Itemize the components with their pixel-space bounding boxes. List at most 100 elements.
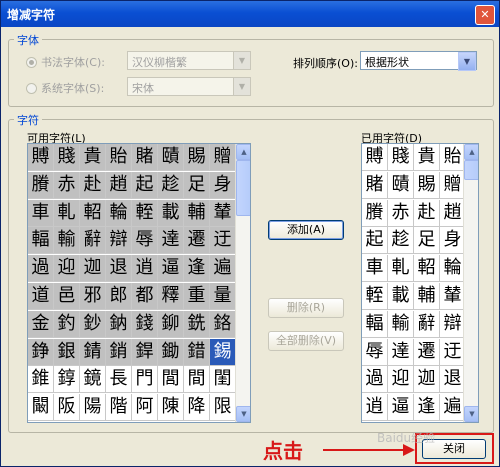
char-cell[interactable]: 賭 <box>362 171 388 199</box>
char-cell[interactable]: 限 <box>210 394 236 422</box>
char-cell[interactable]: 銷 <box>106 338 132 366</box>
char-cell[interactable]: 金 <box>28 310 54 338</box>
char-cell[interactable]: 輦 <box>210 199 236 227</box>
calligraphy-font-radio[interactable]: 书法字体(C): <box>26 54 105 70</box>
char-cell[interactable]: 辭 <box>80 227 106 255</box>
char-cell[interactable]: 貴 <box>414 144 440 171</box>
char-cell[interactable]: 逢 <box>414 394 440 422</box>
char-cell[interactable]: 過 <box>362 366 388 394</box>
char-cell[interactable]: 貴 <box>80 144 106 171</box>
char-cell[interactable]: 間 <box>184 366 210 394</box>
char-cell[interactable]: 遍 <box>210 255 236 283</box>
char-cell[interactable]: 赴 <box>414 199 440 227</box>
char-cell[interactable]: 車 <box>28 199 54 227</box>
char-cell[interactable]: 載 <box>388 283 414 310</box>
char-cell[interactable]: 陽 <box>80 394 106 422</box>
char-cell[interactable]: 輔 <box>184 199 210 227</box>
scroll-up-icon[interactable]: ▲ <box>236 144 250 160</box>
delete-all-button[interactable]: 全部删除(V) <box>268 331 344 351</box>
char-cell[interactable]: 軋 <box>54 199 80 227</box>
used-chars-list[interactable]: 遍逢逼逍退迦迎過迂遷達辱辯辭輸輻輦輔載輊輪軺軋車身足趁起趙赴赤賸贈賜賾賭貽貴賤賻… <box>361 143 479 423</box>
char-cell[interactable]: 逼 <box>388 394 414 422</box>
char-cell[interactable]: 輪 <box>106 199 132 227</box>
char-cell[interactable]: 迎 <box>54 255 80 283</box>
char-cell[interactable]: 賭 <box>132 144 158 171</box>
char-cell[interactable]: 門 <box>132 366 158 394</box>
char-cell[interactable]: 迦 <box>80 255 106 283</box>
char-cell[interactable]: 軺 <box>414 255 440 283</box>
char-cell[interactable]: 起 <box>362 227 388 255</box>
char-cell[interactable]: 賜 <box>184 144 210 171</box>
system-font-radio[interactable]: 系统字体(S): <box>26 80 104 96</box>
add-button[interactable]: 添加(A) <box>268 220 344 240</box>
char-cell[interactable]: 遷 <box>184 227 210 255</box>
char-cell[interactable]: 陳 <box>158 394 184 422</box>
char-cell[interactable]: 輊 <box>132 199 158 227</box>
char-cell[interactable]: 逍 <box>132 255 158 283</box>
char-cell[interactable]: 辯 <box>106 227 132 255</box>
char-cell[interactable]: 辱 <box>362 338 388 366</box>
char-cell[interactable]: 逢 <box>184 255 210 283</box>
char-cell[interactable]: 閭 <box>158 366 184 394</box>
char-cell[interactable]: 逍 <box>362 394 388 422</box>
char-cell[interactable]: 都 <box>132 283 158 310</box>
char-cell[interactable]: 賻 <box>362 144 388 171</box>
char-cell[interactable]: 輸 <box>54 227 80 255</box>
char-cell[interactable]: 輔 <box>414 283 440 310</box>
char-cell[interactable]: 軋 <box>388 255 414 283</box>
char-cell[interactable]: 輻 <box>362 310 388 338</box>
char-cell[interactable]: 錢 <box>132 310 158 338</box>
calligraphy-font-select[interactable]: 汉仪柳楷繁 ▼ <box>127 51 251 70</box>
char-cell[interactable]: 銑 <box>184 310 210 338</box>
char-cell[interactable]: 錞 <box>54 366 80 394</box>
scroll-down-icon[interactable]: ▼ <box>236 406 250 422</box>
char-cell[interactable]: 錚 <box>28 338 54 366</box>
char-cell[interactable]: 降 <box>184 394 210 422</box>
char-cell[interactable]: 銀 <box>54 338 80 366</box>
system-font-select[interactable]: 宋体 ▼ <box>127 77 251 96</box>
char-cell[interactable]: 退 <box>106 255 132 283</box>
char-cell[interactable]: 賸 <box>28 171 54 199</box>
char-cell[interactable]: 身 <box>210 171 236 199</box>
char-cell[interactable]: 鈉 <box>106 310 132 338</box>
char-cell[interactable]: 鉚 <box>158 310 184 338</box>
char-cell[interactable]: 閨 <box>210 366 236 394</box>
close-icon[interactable]: ✕ <box>475 5 495 25</box>
char-cell[interactable]: 載 <box>158 199 184 227</box>
char-cell[interactable]: 足 <box>184 171 210 199</box>
available-scrollbar[interactable]: ▲ ▼ <box>235 144 250 422</box>
scroll-thumb[interactable] <box>464 160 478 180</box>
char-cell[interactable]: 賾 <box>388 171 414 199</box>
char-cell[interactable]: 趙 <box>106 171 132 199</box>
char-cell[interactable]: 賾 <box>158 144 184 171</box>
char-cell[interactable]: 達 <box>158 227 184 255</box>
char-cell[interactable]: 銲 <box>132 338 158 366</box>
char-cell[interactable]: 阪 <box>54 394 80 422</box>
char-cell[interactable]: 遷 <box>414 338 440 366</box>
char-cell[interactable]: 錆 <box>80 338 106 366</box>
char-cell[interactable]: 階 <box>106 394 132 422</box>
char-cell[interactable]: 賻 <box>28 144 54 171</box>
scroll-down-icon[interactable]: ▼ <box>464 406 478 422</box>
char-cell[interactable]: 賜 <box>414 171 440 199</box>
char-cell[interactable]: 重 <box>184 283 210 310</box>
char-cell[interactable]: 鋤 <box>158 338 184 366</box>
char-cell[interactable]: 闞 <box>28 394 54 422</box>
char-cell[interactable]: 長 <box>106 366 132 394</box>
char-cell[interactable]: 輸 <box>388 310 414 338</box>
char-cell[interactable]: 量 <box>210 283 236 310</box>
char-cell[interactable]: 辱 <box>132 227 158 255</box>
char-cell[interactable]: 赴 <box>80 171 106 199</box>
char-cell[interactable]: 釣 <box>54 310 80 338</box>
used-scrollbar[interactable]: ▲ ▼ <box>463 144 478 422</box>
char-cell[interactable]: 郎 <box>106 283 132 310</box>
char-cell[interactable]: 赤 <box>388 199 414 227</box>
char-cell[interactable]: 鈔 <box>80 310 106 338</box>
char-cell[interactable]: 過 <box>28 255 54 283</box>
char-cell[interactable]: 赤 <box>54 171 80 199</box>
char-cell[interactable]: 輊 <box>362 283 388 310</box>
title-bar[interactable]: 增减字符 ✕ <box>1 1 499 27</box>
char-cell[interactable]: 輻 <box>28 227 54 255</box>
char-cell[interactable]: 逼 <box>158 255 184 283</box>
scroll-thumb[interactable] <box>236 160 250 216</box>
